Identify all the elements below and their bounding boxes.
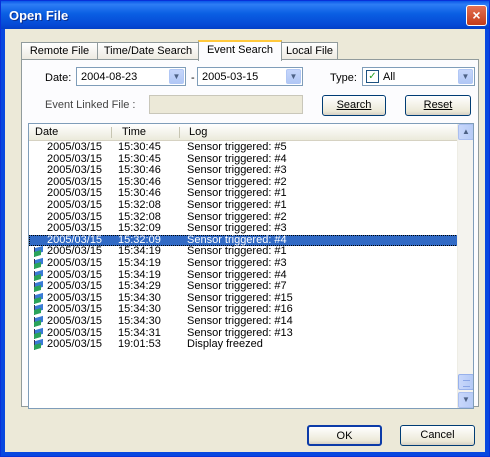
cell-log: Sensor triggered: #1 (187, 198, 287, 211)
event-file-icon (33, 315, 44, 327)
column-header-date[interactable]: Date (35, 126, 58, 138)
scroll-thumb[interactable] (458, 374, 473, 390)
cell-time: 15:32:09 (118, 222, 161, 235)
cell-date: 2005/03/15 (47, 280, 103, 293)
event-list[interactable]: Date Time Log 2005/03/15 15:30:45 Sensor t… (28, 123, 474, 409)
event-linked-file-label: Event Linked File : (45, 99, 136, 111)
column-header-log[interactable]: Log (189, 126, 207, 138)
window-frame-left (1, 29, 5, 456)
cell-date: 2005/03/15 (47, 198, 103, 211)
type-all-checkbox[interactable]: ✓ (366, 70, 379, 83)
date-range-separator: - (191, 72, 195, 84)
chevron-down-icon[interactable]: ▼ (169, 69, 184, 84)
table-row[interactable]: 2005/03/15 15:32:09 Sensor triggered: #3 (29, 223, 458, 235)
event-file-icon (33, 304, 44, 316)
cell-time: 15:30:45 (118, 141, 161, 153)
type-select[interactable]: ✓ All ▼ (362, 67, 475, 86)
date-from-select[interactable]: 2004-08-23 ▼ (76, 67, 186, 86)
search-button-label: Search (336, 99, 372, 111)
open-file-dialog: Open File × Remote File Time/Date Search… (0, 0, 490, 457)
cell-log: Sensor triggered: #7 (187, 280, 287, 293)
tab-remote-file[interactable]: Remote File (21, 42, 98, 60)
cell-time: 15:34:30 (118, 314, 161, 327)
window-frame-bottom (1, 452, 489, 456)
chevron-down-icon[interactable]: ▼ (286, 69, 301, 84)
event-file-icon (33, 246, 44, 258)
title-bar[interactable]: Open File × (1, 1, 489, 29)
cell-log: Sensor triggered: #3 (187, 222, 287, 235)
table-row[interactable]: 2005/03/15 15:34:29 Sensor triggered: #7 (29, 281, 458, 293)
vertical-scrollbar[interactable]: ▲ ▼ (457, 124, 473, 408)
date-to-value: 2005-03-15 (202, 71, 259, 83)
chevron-down-icon[interactable]: ▼ (458, 69, 473, 84)
close-icon[interactable]: × (466, 5, 487, 26)
cell-log: Sensor triggered: #14 (187, 314, 293, 327)
cell-date: 2005/03/15 (47, 141, 103, 153)
cell-time: 15:34:19 (118, 256, 161, 269)
table-row[interactable]: 2005/03/15 15:32:08 Sensor triggered: #1 (29, 198, 458, 212)
type-label: Type: (330, 72, 357, 84)
list-rows: 2005/03/15 15:30:45 Sensor triggered: #5 20… (29, 141, 458, 351)
cell-log: Sensor triggered: #5 (187, 141, 287, 153)
tab-time-date-search[interactable]: Time/Date Search (97, 42, 199, 60)
cell-date: 2005/03/15 (47, 338, 103, 351)
table-row[interactable]: 2005/03/15 15:34:30 Sensor triggered: #14 (29, 314, 458, 328)
column-divider[interactable] (111, 127, 112, 138)
event-file-icon (33, 281, 44, 293)
date-from-value: 2004-08-23 (81, 71, 138, 83)
tab-event-search[interactable]: Event Search (198, 40, 282, 61)
table-row[interactable]: 2005/03/15 19:01:53 Display freezed (29, 338, 458, 351)
reset-button[interactable]: Reset (405, 95, 471, 116)
list-header: Date Time Log (29, 124, 458, 141)
table-row[interactable]: 2005/03/15 15:34:19 Sensor triggered: #3 (29, 256, 458, 270)
scroll-down-icon[interactable]: ▼ (458, 392, 473, 408)
reset-button-label: Reset (423, 99, 453, 111)
ok-button[interactable]: OK (307, 425, 382, 446)
cell-date: 2005/03/15 (47, 256, 103, 269)
cell-time: 15:34:29 (118, 280, 161, 293)
cell-time: 15:32:08 (118, 198, 161, 211)
tab-local-file[interactable]: Local File (281, 42, 338, 60)
window-frame-right (485, 29, 489, 456)
event-file-icon (33, 327, 44, 339)
event-linked-file-field (149, 95, 303, 114)
event-file-icon (33, 292, 44, 304)
date-to-select[interactable]: 2005-03-15 ▼ (197, 67, 303, 86)
date-label: Date: (45, 72, 72, 84)
column-divider[interactable] (179, 127, 180, 138)
event-file-icon (33, 339, 44, 351)
column-header-time[interactable]: Time (122, 126, 146, 138)
event-file-icon (33, 269, 44, 281)
scroll-up-icon[interactable]: ▲ (458, 124, 473, 140)
cell-log: Display freezed (187, 338, 263, 351)
event-file-icon (33, 257, 44, 269)
cell-date: 2005/03/15 (47, 222, 103, 235)
type-value: All (383, 71, 396, 83)
cell-time: 19:01:53 (118, 338, 161, 351)
table-row[interactable]: 2005/03/15 15:30:45 Sensor triggered: #5 (29, 141, 458, 154)
window-title: Open File (9, 8, 69, 23)
search-button[interactable]: Search (322, 95, 386, 116)
cell-log: Sensor triggered: #3 (187, 256, 287, 269)
cell-date: 2005/03/15 (47, 314, 103, 327)
cancel-button[interactable]: Cancel (400, 425, 475, 446)
